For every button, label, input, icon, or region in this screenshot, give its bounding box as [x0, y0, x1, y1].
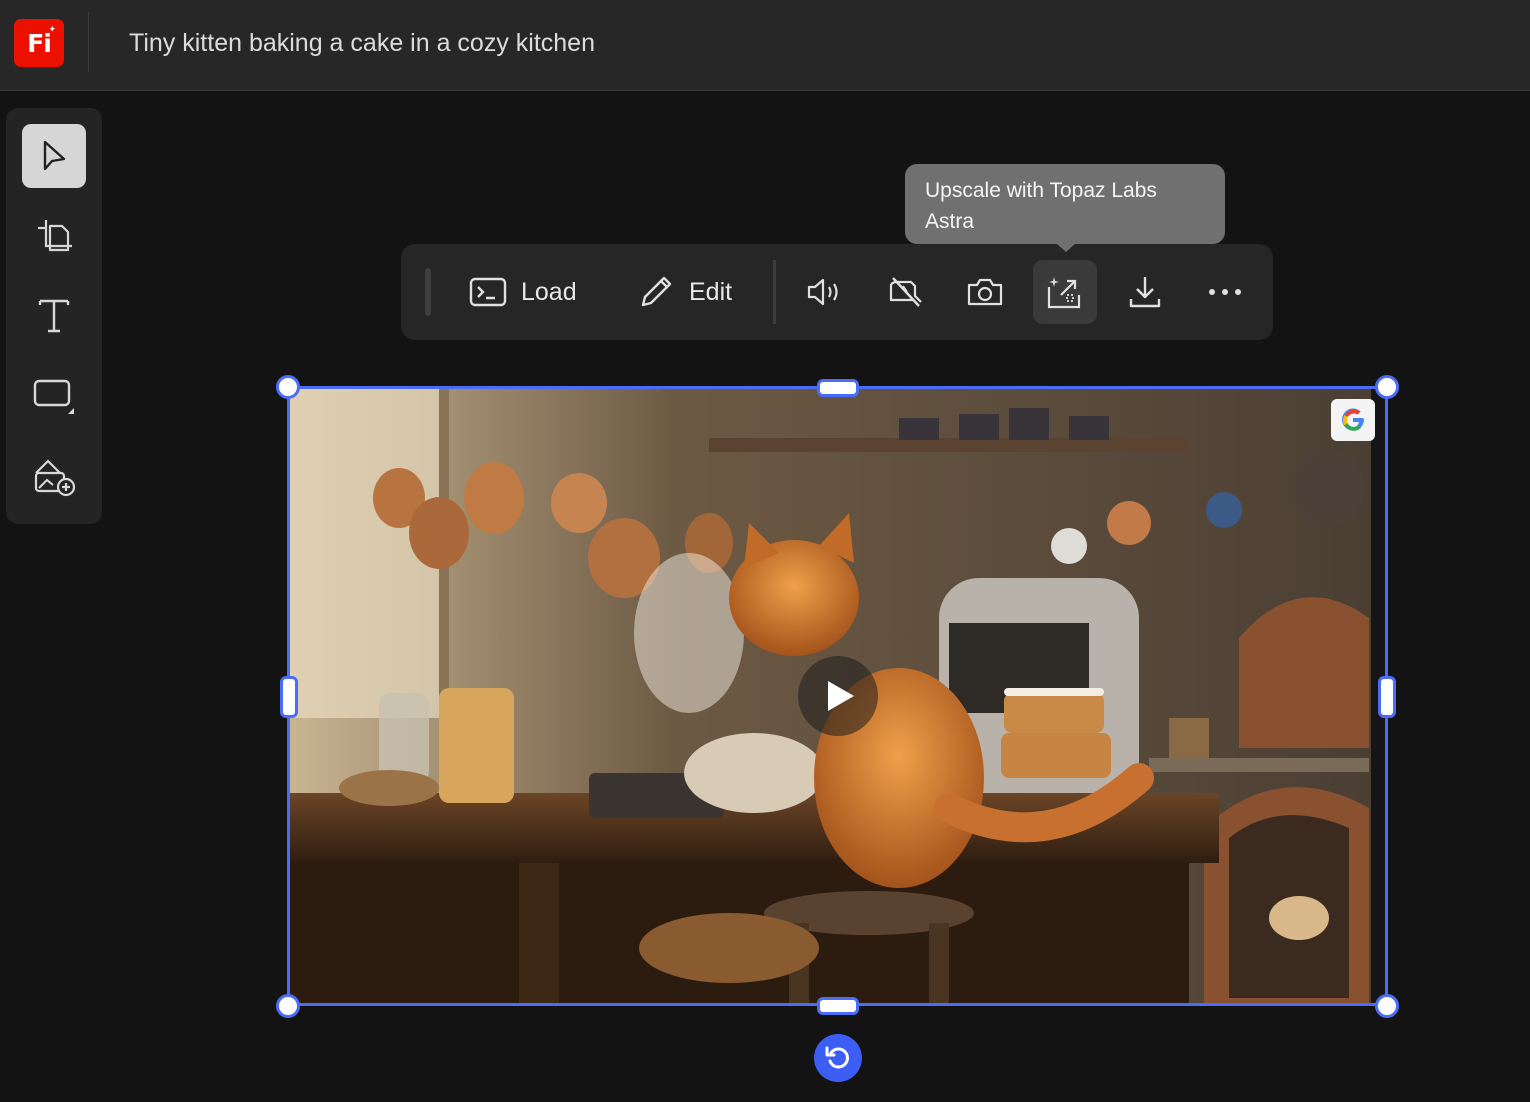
text-icon — [38, 299, 70, 333]
load-label: Load — [521, 277, 577, 306]
resize-handle-bottom-right[interactable] — [1375, 994, 1399, 1018]
load-button[interactable]: Load — [469, 260, 577, 324]
more-icon — [1209, 289, 1241, 295]
snapshot-button[interactable] — [953, 260, 1017, 324]
play-button[interactable] — [798, 656, 878, 736]
app-header: Fi ✦ Tiny kitten baking a cake in a cozy… — [0, 0, 1530, 91]
drag-handle[interactable] — [425, 268, 431, 316]
audio-button[interactable] — [793, 260, 857, 324]
upscale-tooltip: Upscale with Topaz Labs Astra — [905, 164, 1225, 244]
pointer-icon — [43, 140, 66, 171]
video-action-bar: Load Edit — [401, 244, 1273, 340]
camera-icon — [967, 278, 1003, 306]
app-logo[interactable]: Fi ✦ — [14, 19, 64, 67]
edit-label: Edit — [689, 277, 733, 306]
header-divider — [88, 12, 89, 72]
remove-audio-button[interactable] — [873, 260, 937, 324]
resize-handle-bottom-left[interactable] — [276, 994, 300, 1018]
upscale-icon — [1047, 277, 1081, 309]
upscale-button[interactable] — [1033, 260, 1097, 324]
text-tool-button[interactable] — [22, 284, 86, 348]
left-toolbar — [6, 108, 102, 524]
rectangle-icon — [33, 379, 74, 414]
resize-handle-top-left[interactable] — [276, 375, 300, 399]
sparkle-icon: ✦ — [48, 25, 55, 35]
action-bar-divider — [773, 260, 776, 324]
audio-icon — [807, 278, 838, 306]
play-icon — [828, 681, 854, 711]
download-button[interactable] — [1113, 260, 1177, 324]
document-title[interactable]: Tiny kitten baking a cake in a cozy kitc… — [129, 29, 595, 58]
mute-icon — [889, 277, 922, 307]
edit-button[interactable]: Edit — [637, 260, 732, 324]
add-image-icon — [34, 459, 76, 497]
google-icon — [1342, 408, 1364, 431]
resize-handle-bottom[interactable] — [817, 997, 859, 1015]
resize-handle-left[interactable] — [280, 676, 298, 718]
resize-handle-right[interactable] — [1378, 676, 1396, 718]
shape-tool-button[interactable] — [22, 364, 86, 428]
crop-tool-button[interactable] — [22, 204, 86, 268]
page-crop-icon — [38, 220, 72, 252]
add-image-tool-button[interactable] — [22, 444, 86, 508]
resize-handle-top[interactable] — [817, 379, 859, 397]
google-model-badge — [1331, 399, 1375, 441]
pencil-icon — [641, 276, 672, 307]
resize-handle-top-right[interactable] — [1375, 375, 1399, 399]
tooltip-arrow — [1056, 243, 1076, 252]
logo-text: Fi — [27, 28, 52, 58]
rotate-icon — [825, 1046, 849, 1069]
select-tool-button[interactable] — [22, 124, 86, 188]
more-options-button[interactable] — [1193, 260, 1257, 324]
download-icon — [1129, 277, 1161, 308]
prompt-icon — [469, 277, 507, 307]
rotate-button[interactable] — [814, 1034, 862, 1082]
